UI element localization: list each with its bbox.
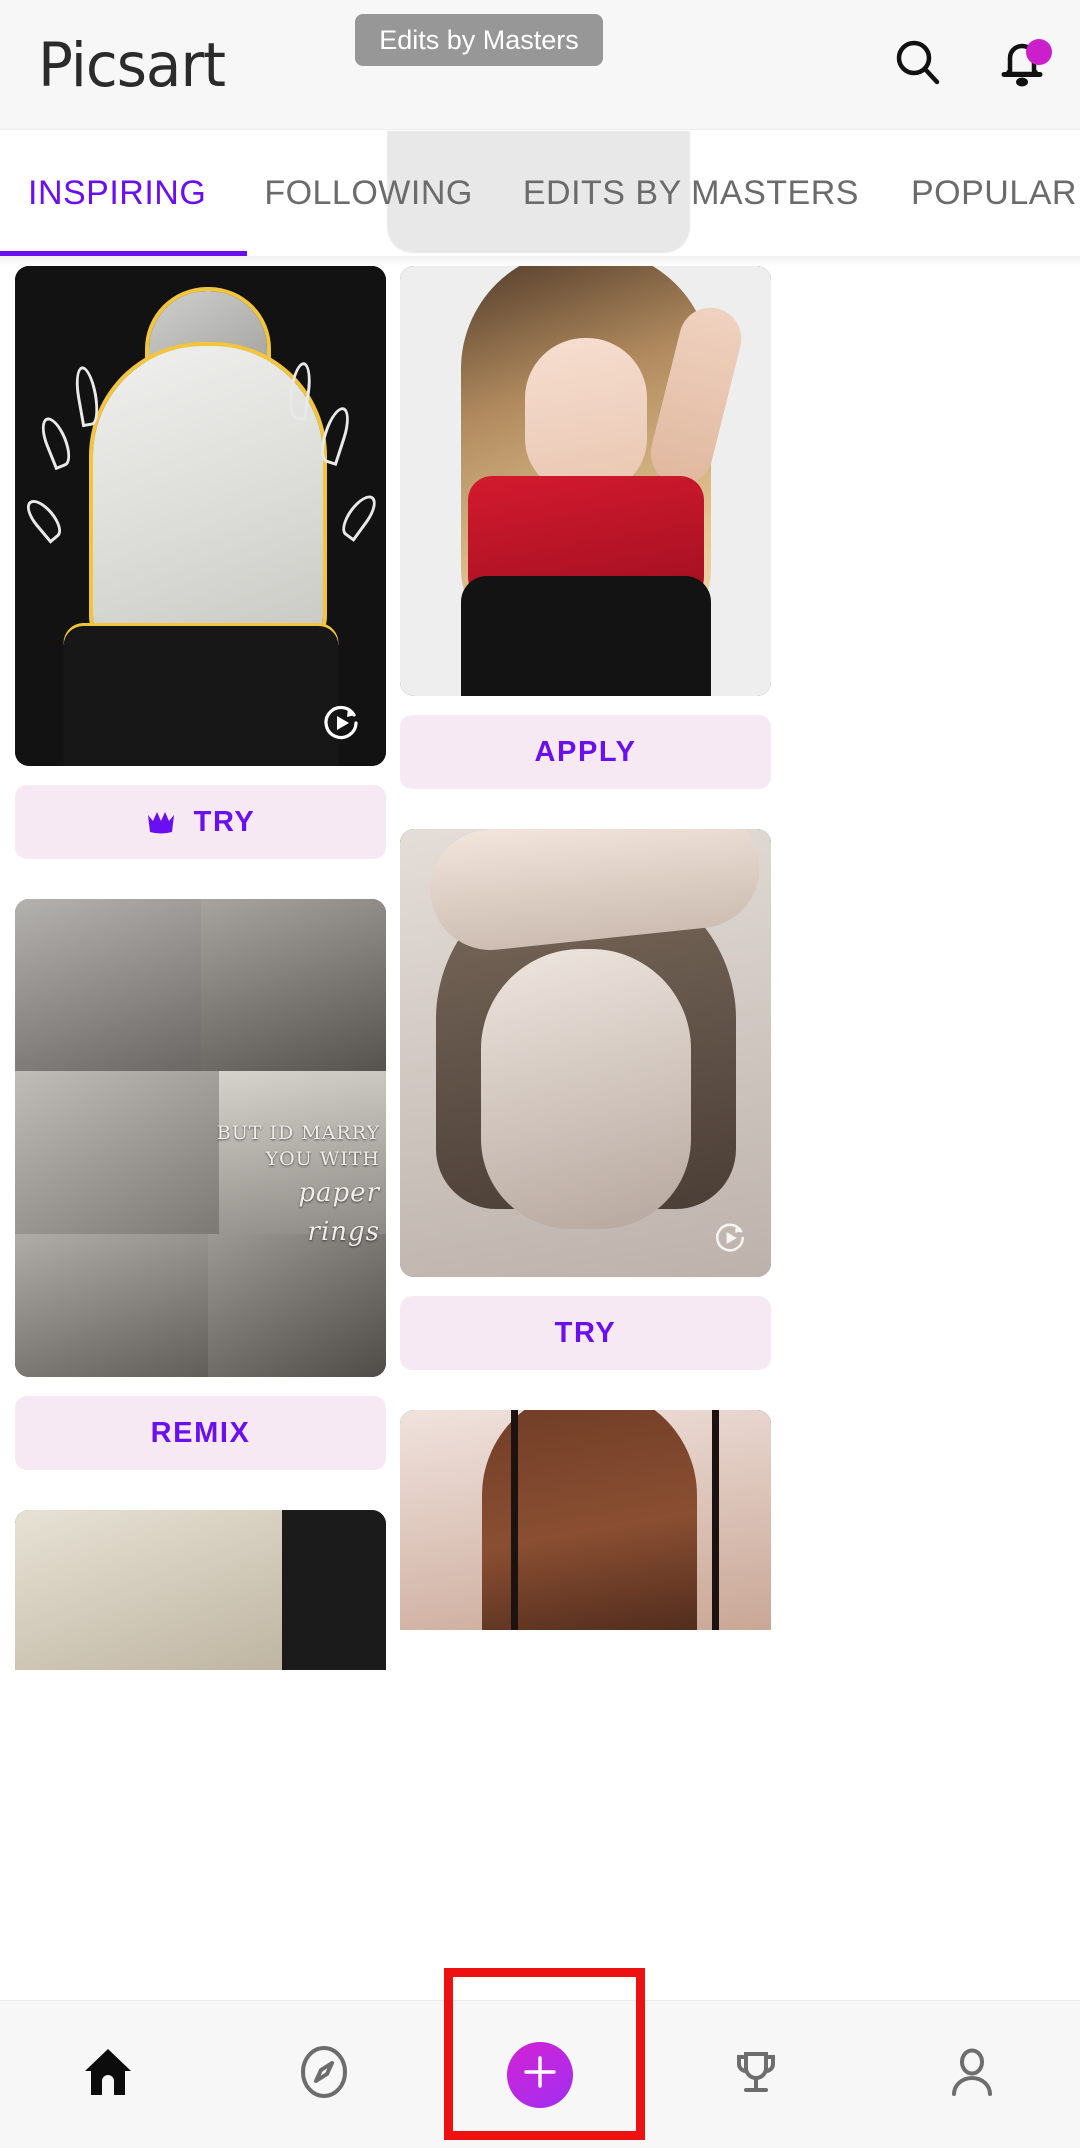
- overlay-line-2: YOU WITH: [265, 1147, 380, 1170]
- replay-play-icon[interactable]: [318, 700, 364, 746]
- card-media[interactable]: BUT ID MARRY YOU WITH paper rings: [15, 899, 386, 1377]
- picsart-app-screen: Picsart Edits by Masters INSPIRING FOLLO…: [0, 0, 1080, 2148]
- feed-column-right: APPLY TRY: [400, 266, 771, 1630]
- card-action-label: APPLY: [534, 735, 637, 768]
- bottom-navigation-bar: [0, 2000, 1080, 2148]
- overlay-script-2: rings: [307, 1217, 380, 1248]
- card-media[interactable]: [15, 1510, 386, 1670]
- tabbar-shadow: [0, 256, 1080, 266]
- card-action-label: TRY: [554, 1316, 617, 1349]
- card-image: [15, 1510, 386, 1670]
- person-icon: [944, 2044, 1000, 2105]
- category-tab-bar: INSPIRING FOLLOWING EDITS BY MASTERS POP…: [0, 131, 1080, 256]
- card-image: [15, 266, 386, 766]
- feed-card-bw-portrait[interactable]: TRY: [400, 829, 771, 1370]
- tab-inspiring[interactable]: INSPIRING: [28, 174, 206, 213]
- feed-card-partial-bottom-left[interactable]: [15, 1510, 386, 1670]
- card-action-button-remix[interactable]: REMIX: [15, 1396, 386, 1470]
- card-action-button-try[interactable]: TRY: [15, 785, 386, 859]
- header-pill-label: Edits by Masters: [379, 24, 579, 55]
- card-media[interactable]: [400, 1410, 771, 1630]
- picsart-logo: Picsart: [38, 28, 226, 101]
- search-icon: [892, 37, 944, 94]
- card-image: [400, 1410, 771, 1630]
- feed-card-girl-red-top[interactable]: APPLY: [400, 266, 771, 789]
- app-header: Picsart Edits by Masters: [0, 0, 1080, 130]
- feed-card-man-outline[interactable]: TRY: [15, 266, 386, 859]
- overlay-script-1: paper: [298, 1178, 380, 1209]
- nav-item-challenges[interactable]: [666, 2001, 846, 2148]
- collage-overlay-text: BUT ID MARRY YOU WITH paper rings: [180, 1121, 380, 1250]
- card-image: BUT ID MARRY YOU WITH paper rings: [15, 899, 386, 1377]
- card-action-label: TRY: [193, 805, 256, 838]
- header-icon-group: [890, 0, 1052, 130]
- feed-column-left: TRY BUT ID MARRY YOU WITH paper rings RE…: [15, 266, 386, 1670]
- nav-item-explore[interactable]: [234, 2001, 414, 2148]
- notifications-button[interactable]: [994, 37, 1052, 93]
- card-image: [400, 829, 771, 1277]
- trophy-icon: [728, 2044, 784, 2105]
- home-icon: [80, 2044, 136, 2105]
- active-tab-indicator: [0, 251, 247, 256]
- tab-list: INSPIRING FOLLOWING EDITS BY MASTERS POP…: [0, 131, 1080, 256]
- feed-card-partial-bottom-right[interactable]: [400, 1410, 771, 1630]
- compass-icon: [296, 2044, 352, 2105]
- feed-card-collage-paper-rings[interactable]: BUT ID MARRY YOU WITH paper rings REMIX: [15, 899, 386, 1470]
- overlay-line-1: BUT ID MARRY: [216, 1122, 380, 1144]
- plus-icon: [520, 2052, 560, 2097]
- nav-item-home[interactable]: [18, 2001, 198, 2148]
- card-media[interactable]: [400, 266, 771, 696]
- nav-item-create[interactable]: [450, 2001, 630, 2148]
- card-media[interactable]: [15, 266, 386, 766]
- card-action-button-try-2[interactable]: TRY: [400, 1296, 771, 1370]
- content-feed[interactable]: TRY BUT ID MARRY YOU WITH paper rings RE…: [0, 266, 1080, 1966]
- card-image: [400, 266, 771, 696]
- card-media[interactable]: [400, 829, 771, 1277]
- search-button[interactable]: [890, 37, 946, 93]
- card-action-button-apply[interactable]: APPLY: [400, 715, 771, 789]
- replay-play-icon[interactable]: [711, 1219, 749, 1257]
- create-fab-button[interactable]: [507, 2041, 573, 2108]
- crown-icon: [146, 809, 176, 835]
- notification-badge: [1026, 39, 1052, 65]
- tab-popular[interactable]: POPULAR: [911, 174, 1077, 213]
- header-pill-edits-by-masters[interactable]: Edits by Masters: [355, 14, 603, 66]
- card-action-label: REMIX: [150, 1416, 251, 1449]
- tab-edits-by-masters[interactable]: EDITS BY MASTERS: [523, 174, 859, 213]
- tab-following[interactable]: FOLLOWING: [264, 174, 473, 213]
- nav-item-profile[interactable]: [882, 2001, 1062, 2148]
